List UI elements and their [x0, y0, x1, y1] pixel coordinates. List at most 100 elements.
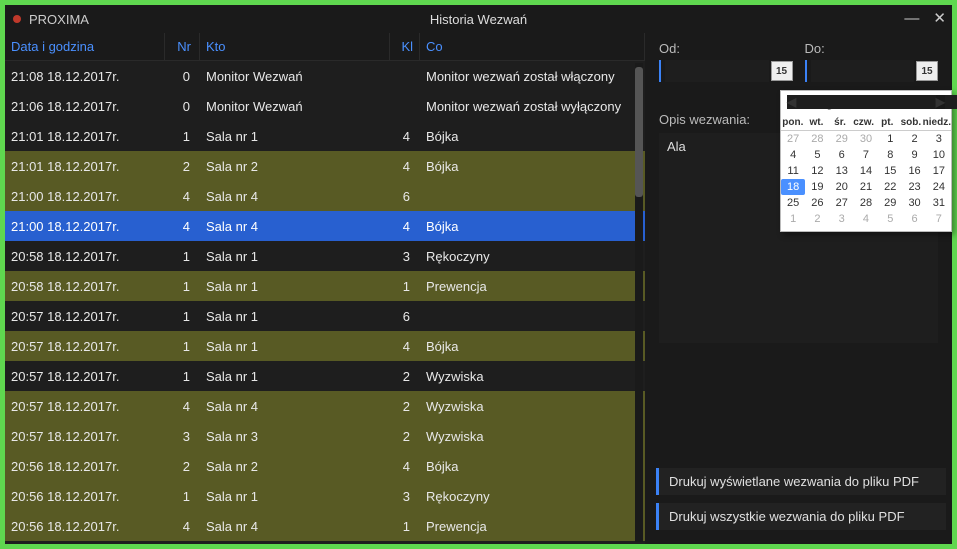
cell-co: Wyzwiska — [420, 429, 645, 444]
table-row[interactable]: 21:08 18.12.2017r.0Monitor WezwańMonitor… — [5, 61, 645, 91]
calendar-day[interactable]: 19 — [805, 179, 829, 195]
calendar-day[interactable]: 3 — [927, 131, 951, 147]
cell-co: Rękoczyny — [420, 489, 645, 504]
calendar-day[interactable]: 27 — [830, 195, 854, 211]
close-button[interactable]: ✕ — [933, 5, 946, 33]
calendar-day[interactable]: 10 — [927, 147, 951, 163]
calendar-day[interactable]: 25 — [781, 195, 805, 211]
calendar-day[interactable]: 16 — [902, 163, 926, 179]
calendar-day[interactable]: 28 — [805, 131, 829, 147]
calendar-day-header: sob. — [899, 117, 923, 128]
calendar-day[interactable]: 17 — [927, 163, 951, 179]
calendar-day[interactable]: 11 — [781, 163, 805, 179]
to-date-input[interactable] — [811, 60, 915, 82]
scrollbar-thumb[interactable] — [635, 67, 643, 197]
from-date-input[interactable] — [665, 60, 769, 82]
minimize-button[interactable]: — — [904, 5, 919, 33]
calendar-day[interactable]: 28 — [854, 195, 878, 211]
table-row[interactable]: 20:57 18.12.2017r.1Sala nr 12Wyzwiska — [5, 361, 645, 391]
calendar-day[interactable]: 2 — [805, 211, 829, 227]
col-header-kto[interactable]: Kto — [200, 33, 390, 60]
table-row[interactable]: 20:56 18.12.2017r.1Sala nr 13Rękoczyny — [5, 481, 645, 511]
cell-dt: 20:58 18.12.2017r. — [5, 279, 165, 294]
col-header-kl[interactable]: Kl — [390, 33, 420, 60]
calendar-day[interactable]: 26 — [805, 195, 829, 211]
calendar-day[interactable]: 14 — [854, 163, 878, 179]
calendar-day[interactable]: 30 — [902, 195, 926, 211]
calendar-day[interactable]: 13 — [830, 163, 854, 179]
cell-co: Wyzwiska — [420, 399, 645, 414]
cell-co: Bójka — [420, 219, 645, 234]
cell-kto: Sala nr 4 — [200, 399, 390, 414]
calendar-day[interactable]: 29 — [830, 131, 854, 147]
calendar-popup[interactable]: ◀ grudzień 2017 ▶ pon.wt.śr.czw.pt.sob.n… — [780, 90, 952, 232]
cell-nr: 1 — [165, 309, 200, 324]
calendar-day[interactable]: 21 — [854, 179, 878, 195]
cell-kl: 2 — [390, 429, 420, 444]
cell-dt: 20:58 18.12.2017r. — [5, 249, 165, 264]
table-row[interactable]: 21:06 18.12.2017r.0Monitor WezwańMonitor… — [5, 91, 645, 121]
cell-nr: 1 — [165, 339, 200, 354]
print-visible-pdf-button[interactable]: Drukuj wyświetlane wezwania do pliku PDF — [656, 468, 946, 495]
calendar-day[interactable]: 6 — [902, 211, 926, 227]
calendar-day[interactable]: 5 — [878, 211, 902, 227]
cell-co: Bójka — [420, 159, 645, 174]
table-row[interactable]: 21:00 18.12.2017r.4Sala nr 44Bójka — [5, 211, 645, 241]
table-row[interactable]: 20:56 18.12.2017r.4Sala nr 41Prewencja — [5, 511, 645, 541]
calendar-day[interactable]: 5 — [805, 147, 829, 163]
calendar-day[interactable]: 7 — [854, 147, 878, 163]
table-row[interactable]: 21:00 18.12.2017r.4Sala nr 46 — [5, 181, 645, 211]
calendar-day[interactable]: 29 — [878, 195, 902, 211]
cell-kto: Monitor Wezwań — [200, 69, 390, 84]
calendar-day-header: niedz. — [923, 117, 951, 128]
table-row[interactable]: 21:01 18.12.2017r.1Sala nr 14Bójka — [5, 121, 645, 151]
calendar-day[interactable]: 20 — [830, 179, 854, 195]
table-row[interactable]: 20:56 18.12.2017r.2Sala nr 24Bójka — [5, 451, 645, 481]
calendar-day[interactable]: 3 — [830, 211, 854, 227]
calendar-day[interactable]: 7 — [927, 211, 951, 227]
calendar-day[interactable]: 23 — [902, 179, 926, 195]
cell-co: Bójka — [420, 459, 645, 474]
calendar-icon[interactable]: 15 — [916, 61, 938, 81]
calendar-day[interactable]: 15 — [878, 163, 902, 179]
scrollbar[interactable] — [635, 63, 643, 542]
calendar-day[interactable]: 12 — [805, 163, 829, 179]
col-header-nr[interactable]: Nr — [165, 33, 200, 60]
calendar-day[interactable]: 1 — [781, 211, 805, 227]
table-row[interactable]: 21:01 18.12.2017r.2Sala nr 24Bójka — [5, 151, 645, 181]
print-all-pdf-button[interactable]: Drukuj wszystkie wezwania do pliku PDF — [656, 503, 946, 530]
calendar-prev-icon[interactable]: ◀ — [787, 95, 957, 109]
cell-nr: 2 — [165, 459, 200, 474]
table-row[interactable]: 20:57 18.12.2017r.4Sala nr 42Wyzwiska — [5, 391, 645, 421]
cell-dt: 20:56 18.12.2017r. — [5, 459, 165, 474]
calendar-day[interactable]: 4 — [854, 211, 878, 227]
cell-kl: 4 — [390, 459, 420, 474]
cell-kl: 4 — [390, 129, 420, 144]
calendar-day[interactable]: 31 — [927, 195, 951, 211]
table-header: Data i godzina Nr Kto Kl Co — [5, 33, 645, 61]
table-row[interactable]: 20:57 18.12.2017r.1Sala nr 14Bójka — [5, 331, 645, 361]
table-row[interactable]: 20:58 18.12.2017r.1Sala nr 13Rękoczyny — [5, 241, 645, 271]
col-header-datetime[interactable]: Data i godzina — [5, 33, 165, 60]
calendar-day[interactable]: 30 — [854, 131, 878, 147]
calendar-day[interactable]: 2 — [902, 131, 926, 147]
calendar-day[interactable]: 1 — [878, 131, 902, 147]
col-header-co[interactable]: Co — [420, 33, 645, 60]
cell-dt: 21:08 18.12.2017r. — [5, 69, 165, 84]
calendar-icon[interactable]: 15 — [771, 61, 793, 81]
calendar-day[interactable]: 22 — [878, 179, 902, 195]
calendar-day[interactable]: 9 — [902, 147, 926, 163]
calendar-day[interactable]: 27 — [781, 131, 805, 147]
table-row[interactable]: 20:57 18.12.2017r.1Sala nr 16 — [5, 301, 645, 331]
table-row[interactable]: 20:57 18.12.2017r.3Sala nr 32Wyzwiska — [5, 421, 645, 451]
table-row[interactable]: 20:58 18.12.2017r.1Sala nr 11Prewencja — [5, 271, 645, 301]
calendar-day-header: śr. — [828, 117, 852, 128]
calendar-day[interactable]: 24 — [927, 179, 951, 195]
calendar-day[interactable]: 4 — [781, 147, 805, 163]
calendar-day[interactable]: 8 — [878, 147, 902, 163]
calendar-day[interactable]: 6 — [830, 147, 854, 163]
app-indicator-dot — [13, 15, 21, 23]
cell-nr: 0 — [165, 99, 200, 114]
calendar-next-icon[interactable]: ▶ — [936, 95, 945, 109]
calendar-day[interactable]: 18 — [781, 179, 805, 195]
